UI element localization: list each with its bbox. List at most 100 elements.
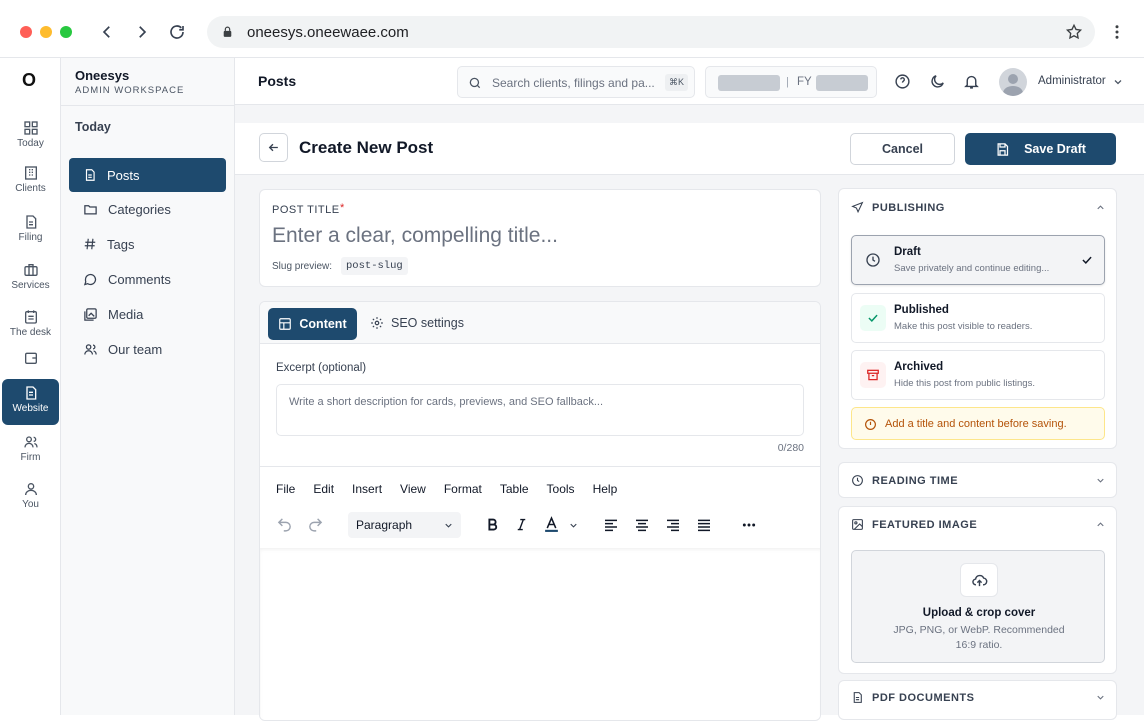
chevron-up-icon[interactable] <box>1095 202 1106 213</box>
briefcase-icon <box>23 264 38 276</box>
chevron-down-icon[interactable] <box>1112 76 1124 88</box>
back-button[interactable] <box>259 133 288 162</box>
browser-menu-icon[interactable] <box>1108 23 1126 41</box>
italic-icon[interactable] <box>514 517 529 532</box>
bell-icon[interactable] <box>963 73 980 90</box>
post-title-label: POST TITLE <box>272 204 340 216</box>
undo-icon[interactable] <box>276 516 293 533</box>
maximize-window-button[interactable] <box>60 26 72 38</box>
comment-icon <box>83 273 97 285</box>
fy-label: FY <box>797 76 812 88</box>
chevron-up-icon[interactable] <box>1095 519 1106 530</box>
cloud-upload-icon <box>972 574 988 587</box>
brand-subtitle: ADMIN WORKSPACE <box>75 85 185 96</box>
fiscal-year-selector[interactable]: | FY <box>705 66 877 98</box>
post-title-input[interactable]: Enter a clear, compelling title... <box>272 224 558 248</box>
rail-item-today[interactable]: Today <box>2 114 59 160</box>
pdf-documents-header: PDF DOCUMENTS <box>851 691 974 704</box>
sidebar-item-our-team[interactable]: Our team <box>69 332 226 366</box>
help-icon[interactable] <box>894 73 911 90</box>
featured-image-header[interactable]: FEATURED IMAGE <box>851 518 977 531</box>
rail-item-website[interactable]: Website <box>2 379 59 425</box>
reload-icon[interactable] <box>168 23 186 41</box>
save-draft-button[interactable]: Save Draft <box>965 133 1116 165</box>
sidebar-item-posts[interactable]: Posts <box>69 158 226 192</box>
chevron-down-icon <box>1097 695 1104 700</box>
sidebar-item-tags[interactable]: Tags <box>69 227 226 261</box>
moon-icon[interactable] <box>929 73 946 90</box>
layout-icon <box>279 318 292 330</box>
org-placeholder <box>718 75 780 91</box>
minimize-window-button[interactable] <box>40 26 52 38</box>
rail-item-firm[interactable]: Firm <box>2 428 59 474</box>
upload-icon-box <box>960 563 998 597</box>
forward-icon[interactable] <box>133 23 151 41</box>
avatar[interactable] <box>999 68 1027 96</box>
menu-format[interactable]: Format <box>444 482 482 496</box>
cancel-button[interactable]: Cancel <box>850 133 955 165</box>
text-color-icon[interactable] <box>543 516 560 533</box>
building-icon <box>24 166 37 180</box>
menu-insert[interactable]: Insert <box>352 482 382 496</box>
star-icon[interactable] <box>1065 23 1083 41</box>
status-option-draft[interactable]: Draft Save privately and continue editin… <box>851 235 1105 285</box>
grid-icon <box>23 121 38 135</box>
chevron-down-icon <box>1097 478 1104 483</box>
excerpt-textarea[interactable]: Write a short description for cards, pre… <box>276 384 804 436</box>
reading-time-panel[interactable]: READING TIME <box>838 462 1117 498</box>
menu-view[interactable]: View <box>400 482 426 496</box>
close-window-button[interactable] <box>20 26 32 38</box>
user-name[interactable]: Administrator <box>1038 75 1106 87</box>
pdf-documents-panel[interactable]: PDF DOCUMENTS <box>838 680 1117 720</box>
publishing-header[interactable]: PUBLISHING <box>851 201 945 214</box>
warning-text: Add a title and content before saving. <box>885 418 1067 430</box>
validation-warning: Add a title and content before saving. <box>851 407 1105 440</box>
align-justify-icon[interactable] <box>696 517 712 533</box>
sidebar-item-comments[interactable]: Comments <box>69 262 226 296</box>
align-left-icon[interactable] <box>603 517 619 533</box>
wallet-icon <box>24 352 37 364</box>
menu-file[interactable]: File <box>276 482 295 496</box>
rail-item-the-desk[interactable]: The desk <box>2 303 59 349</box>
user-icon <box>24 483 37 496</box>
more-options-icon[interactable] <box>740 517 758 533</box>
status-option-published[interactable]: Published Make this post visible to read… <box>851 293 1105 343</box>
upload-desc-line1: JPG, PNG, or WebP. Recommended <box>893 624 1065 636</box>
status-option-archived[interactable]: Archived Hide this post from public list… <box>851 350 1105 400</box>
editor-body[interactable] <box>260 548 820 720</box>
team-icon <box>84 343 97 355</box>
rail-item-you[interactable]: You <box>2 475 59 521</box>
section-today: Today <box>75 120 111 134</box>
sidebar-item-media[interactable]: Media <box>69 297 226 331</box>
content-card: Content SEO settings Excerpt (optional) … <box>259 301 821 721</box>
bold-icon[interactable] <box>485 517 500 532</box>
block-format-select[interactable]: Paragraph <box>348 512 461 538</box>
back-icon[interactable] <box>98 23 116 41</box>
rail-item-filing[interactable]: Filing <box>2 208 59 254</box>
fy-placeholder <box>816 75 868 91</box>
tab-seo-settings[interactable]: SEO settings <box>370 316 464 330</box>
editor-divider <box>260 466 820 467</box>
page-title: Create New Post <box>299 138 434 157</box>
global-search[interactable]: Search clients, filings and pa... ⌘K <box>457 66 695 98</box>
menu-edit[interactable]: Edit <box>313 482 334 496</box>
redo-icon[interactable] <box>307 516 324 533</box>
archived-icon-bg <box>860 362 886 388</box>
menu-table[interactable]: Table <box>500 482 529 496</box>
sidebar-item-categories[interactable]: Categories <box>69 192 226 226</box>
address-bar[interactable]: oneesys.oneewaee.com <box>207 16 1095 48</box>
separator: | <box>786 76 789 88</box>
align-center-icon[interactable] <box>634 517 650 533</box>
menu-tools[interactable]: Tools <box>547 482 575 496</box>
rail-item-clients[interactable]: Clients <box>2 159 59 205</box>
align-right-icon[interactable] <box>665 517 681 533</box>
search-input[interactable]: Search clients, filings and pa... <box>492 76 655 90</box>
upload-dropzone[interactable]: Upload & crop cover JPG, PNG, or WebP. R… <box>851 550 1105 663</box>
chevron-down-icon[interactable] <box>568 520 579 531</box>
icon-rail: O Today Clients Filing Services The desk… <box>0 58 61 715</box>
rail-item-services[interactable]: Services <box>2 256 59 302</box>
tab-content[interactable]: Content <box>268 308 357 340</box>
arrow-left-icon <box>268 143 278 152</box>
menu-help[interactable]: Help <box>593 482 618 496</box>
folder-icon <box>84 204 97 214</box>
